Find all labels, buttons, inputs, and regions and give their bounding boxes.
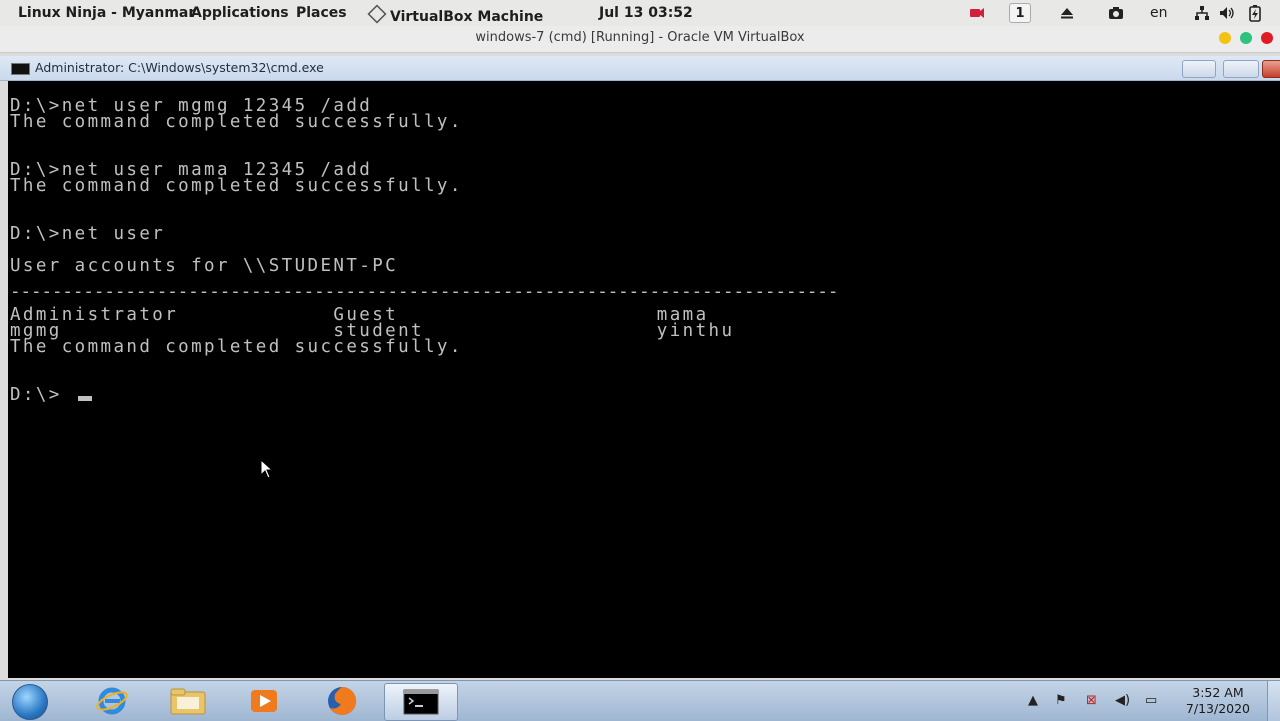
- clock-date: 7/13/2020: [1185, 701, 1250, 716]
- app-menu-label: VirtualBox Machine: [390, 9, 544, 25]
- volume-tray-icon[interactable]: ◀): [1115, 693, 1130, 708]
- battery-icon[interactable]: [1246, 3, 1264, 23]
- workspace-indicator[interactable]: 1: [1008, 3, 1032, 23]
- language-indicator[interactable]: en: [1150, 5, 1168, 21]
- cmd-taskbar-button[interactable]: [384, 683, 458, 721]
- action-center-icon[interactable]: ⚑: [1055, 693, 1067, 708]
- display-tray-icon[interactable]: ▭: [1145, 693, 1157, 708]
- internet-explorer-icon[interactable]: [77, 683, 147, 719]
- console-line: D:\>net user: [10, 224, 166, 244]
- cmd-minimize-button[interactable]: [1182, 60, 1216, 78]
- virtualbox-window-title: windows-7 (cmd) [Running] - Oracle VM Vi…: [475, 30, 805, 45]
- maximize-button[interactable]: [1240, 32, 1252, 44]
- console-line: The command completed successfully.: [10, 337, 463, 357]
- minimize-button[interactable]: [1219, 32, 1231, 44]
- places-menu[interactable]: Places: [296, 5, 347, 21]
- volume-icon[interactable]: [1218, 3, 1236, 23]
- cmd-maximize-button[interactable]: [1223, 60, 1259, 78]
- cmd-window-title: Administrator: C:\Windows\system32\cmd.e…: [35, 60, 324, 75]
- console-prompt: D:\>: [10, 385, 62, 405]
- virtualbox-icon: [367, 4, 387, 24]
- console-output[interactable]: D:\>net user mgmg 12345 /add The command…: [8, 81, 1280, 678]
- cmd-icon: [11, 63, 30, 75]
- cmd-titlebar: Administrator: C:\Windows\system32\cmd.e…: [0, 56, 1280, 81]
- cmd-close-button[interactable]: [1262, 60, 1280, 78]
- show-hidden-icons-icon[interactable]: ▲: [1028, 693, 1038, 708]
- top-panel: Linux Ninja - Myanmar Applications Place…: [0, 0, 1280, 26]
- top-clock[interactable]: Jul 13 03:52: [599, 5, 693, 21]
- start-button[interactable]: [12, 684, 48, 720]
- console-separator: ----------------------------------------…: [10, 282, 839, 302]
- app-menu[interactable]: VirtualBox Machine: [367, 4, 544, 25]
- workspace-number: 1: [1009, 3, 1031, 23]
- close-button[interactable]: [1261, 32, 1273, 44]
- recording-icon[interactable]: [966, 3, 988, 23]
- text-caret: [78, 396, 92, 401]
- network-icon[interactable]: [1192, 3, 1212, 23]
- console-line: The command completed successfully.: [10, 176, 463, 196]
- media-player-icon[interactable]: [229, 683, 299, 719]
- cmd-taskbar-icon: [403, 689, 439, 715]
- camera-icon[interactable]: [1106, 3, 1126, 23]
- applications-menu[interactable]: Applications: [191, 5, 289, 21]
- network-error-icon[interactable]: ⊠: [1086, 693, 1097, 708]
- virtualbox-titlebar: windows-7 (cmd) [Running] - Oracle VM Vi…: [0, 26, 1280, 53]
- show-desktop-button[interactable]: [1267, 681, 1280, 721]
- eject-icon[interactable]: [1058, 3, 1076, 23]
- mouse-pointer-icon: [260, 459, 274, 479]
- taskbar: ▲ ⚑ ⊠ ◀) ▭ 3:52 AM 7/13/2020: [0, 680, 1280, 721]
- activities-label[interactable]: Linux Ninja - Myanmar: [18, 5, 195, 21]
- file-explorer-icon[interactable]: [153, 683, 223, 719]
- console-line: User accounts for \\STUDENT-PC: [10, 256, 399, 276]
- firefox-icon[interactable]: [307, 683, 377, 719]
- console-line: The command completed successfully.: [10, 112, 463, 132]
- system-clock[interactable]: 3:52 AM 7/13/2020: [1186, 685, 1250, 717]
- clock-time: 3:52 AM: [1192, 685, 1244, 700]
